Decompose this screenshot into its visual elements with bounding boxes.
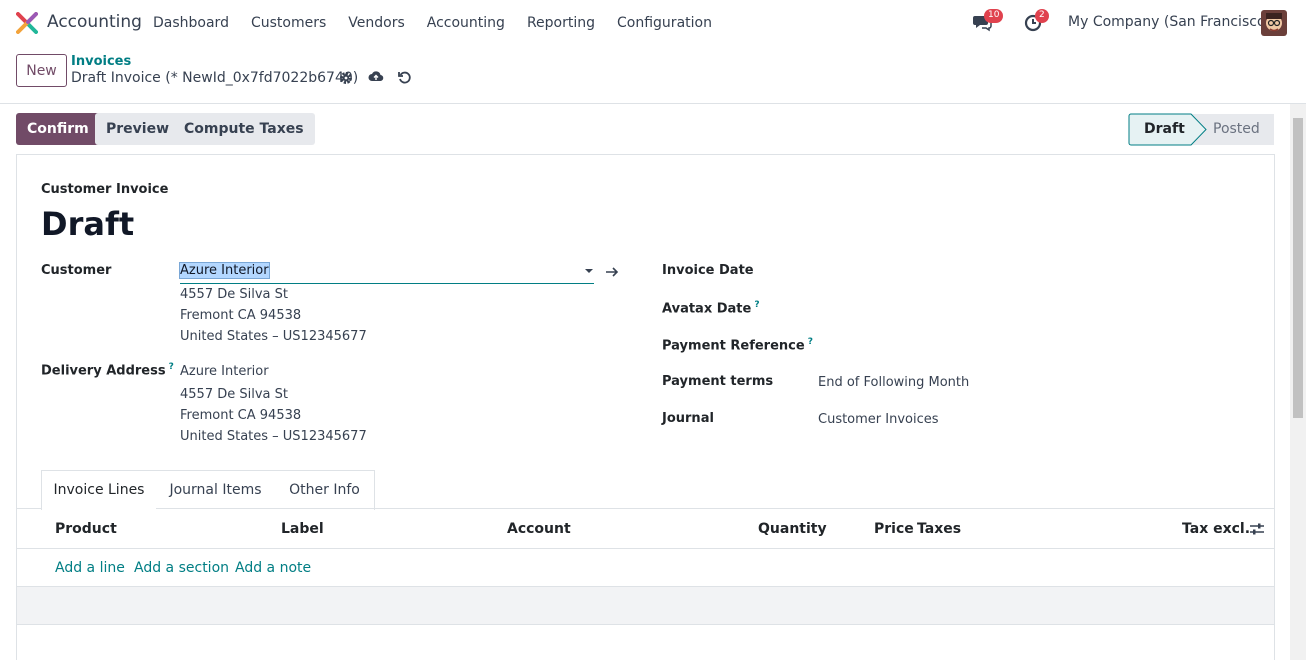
menu-accounting[interactable]: Accounting — [416, 0, 516, 46]
menu-reporting[interactable]: Reporting — [516, 0, 606, 46]
record-name: Draft — [41, 205, 135, 243]
help-tooltip-icon[interactable]: ? — [808, 337, 813, 347]
delivery-address-label-text: Delivery Address — [41, 363, 166, 379]
customer-label: Customer — [41, 263, 112, 278]
stage-posted[interactable]: Posted — [1213, 121, 1260, 137]
payment-reference-label: Payment Reference? — [662, 337, 813, 353]
main-menu: Dashboard Customers Vendors Accounting R… — [142, 0, 723, 46]
stage-selector: Draft Posted — [1128, 113, 1274, 146]
compute-taxes-button[interactable]: Compute Taxes — [173, 113, 315, 145]
customer-input[interactable]: Azure Interior — [179, 260, 594, 284]
record-title: Draft Invoice (* NewId_0x7fd7022b6740) — [71, 70, 359, 86]
col-account[interactable]: Account — [507, 521, 571, 537]
app-name[interactable]: Accounting — [47, 12, 142, 32]
caret-down-icon[interactable] — [584, 266, 594, 276]
col-price[interactable]: Price — [874, 521, 914, 537]
avatar-icon — [1261, 10, 1287, 36]
menu-vendors[interactable]: Vendors — [337, 0, 415, 46]
customer-value: Azure Interior — [179, 262, 270, 279]
menu-customers[interactable]: Customers — [240, 0, 337, 46]
delivery-address-line-1: 4557 De Silva St — [180, 387, 288, 402]
control-panel: New Invoices Draft Invoice (* NewId_0x7f… — [0, 46, 1306, 104]
col-taxes[interactable]: Taxes — [917, 521, 961, 537]
accounting-app-icon[interactable] — [16, 12, 38, 34]
help-tooltip-icon[interactable]: ? — [754, 300, 759, 310]
add-line-link[interactable]: Add a line — [55, 560, 125, 576]
new-button[interactable]: New — [16, 54, 67, 87]
journal-label: Journal — [662, 411, 714, 426]
delivery-address-line-2: Fremont CA 94538 — [180, 408, 302, 423]
tab-journal-items[interactable]: Journal Items — [156, 470, 276, 510]
customer-address-line-3: United States – US12345677 — [180, 329, 367, 344]
stage-draft[interactable]: Draft — [1144, 121, 1185, 137]
add-section-link[interactable]: Add a section — [134, 560, 229, 576]
col-quantity[interactable]: Quantity — [758, 521, 827, 537]
preview-button[interactable]: Preview — [95, 113, 181, 145]
activities-button[interactable]: 2 — [1024, 9, 1049, 34]
move-type-label: Customer Invoice — [41, 182, 169, 197]
delivery-address-line-3: United States – US12345677 — [180, 429, 367, 444]
messages-button[interactable]: 10 — [972, 9, 1004, 34]
company-switcher[interactable]: My Company (San Francisco) — [1068, 14, 1271, 30]
gear-icon[interactable] — [338, 70, 354, 86]
customer-address-line-2: Fremont CA 94538 — [180, 308, 302, 323]
arrow-right-icon[interactable] — [605, 265, 619, 279]
breadcrumb-invoices[interactable]: Invoices — [71, 54, 131, 69]
invoice-lines-header: Product Label Account Quantity Price Tax… — [17, 509, 1274, 549]
menu-configuration[interactable]: Configuration — [606, 0, 723, 46]
cloud-upload-icon[interactable] — [368, 68, 384, 84]
delivery-address-name[interactable]: Azure Interior — [180, 364, 269, 379]
payment-terms-value[interactable]: End of Following Month — [818, 375, 969, 390]
avatax-date-label: Avatax Date? — [662, 300, 760, 316]
discard-icon[interactable] — [397, 70, 413, 86]
delivery-address-label: Delivery Address? — [41, 362, 174, 378]
payment-reference-label-text: Payment Reference — [662, 338, 805, 354]
status-bar: Confirm Preview Compute Taxes Draft Post… — [0, 104, 1290, 154]
top-navbar: Accounting Dashboard Customers Vendors A… — [0, 0, 1306, 46]
tab-other-info[interactable]: Other Info — [275, 470, 375, 510]
user-avatar[interactable] — [1261, 10, 1287, 36]
add-note-link[interactable]: Add a note — [235, 560, 311, 576]
journal-value[interactable]: Customer Invoices — [818, 412, 939, 427]
optional-columns-icon[interactable] — [1249, 522, 1265, 536]
invoice-date-label: Invoice Date — [662, 263, 754, 278]
scrollbar-thumb[interactable] — [1293, 118, 1303, 418]
tab-invoice-lines[interactable]: Invoice Lines — [41, 470, 157, 510]
menu-dashboard[interactable]: Dashboard — [142, 0, 240, 46]
messages-badge: 10 — [984, 9, 1004, 23]
add-line-row: Add a line Add a section Add a note — [17, 549, 1274, 587]
confirm-button[interactable]: Confirm — [16, 113, 100, 145]
col-tax-excl[interactable]: Tax excl. — [1182, 521, 1250, 537]
help-tooltip-icon[interactable]: ? — [169, 362, 174, 372]
avatax-date-label-text: Avatax Date — [662, 301, 752, 317]
form-sheet: Customer Invoice Draft Customer Azure In… — [16, 154, 1275, 660]
col-label[interactable]: Label — [281, 521, 324, 537]
customer-address-line-1: 4557 De Silva St — [180, 287, 288, 302]
activities-badge: 2 — [1035, 9, 1049, 23]
page-scrollbar[interactable] — [1290, 104, 1306, 660]
payment-terms-label: Payment terms — [662, 374, 774, 389]
col-product[interactable]: Product — [55, 521, 117, 537]
table-empty-row — [17, 587, 1274, 625]
